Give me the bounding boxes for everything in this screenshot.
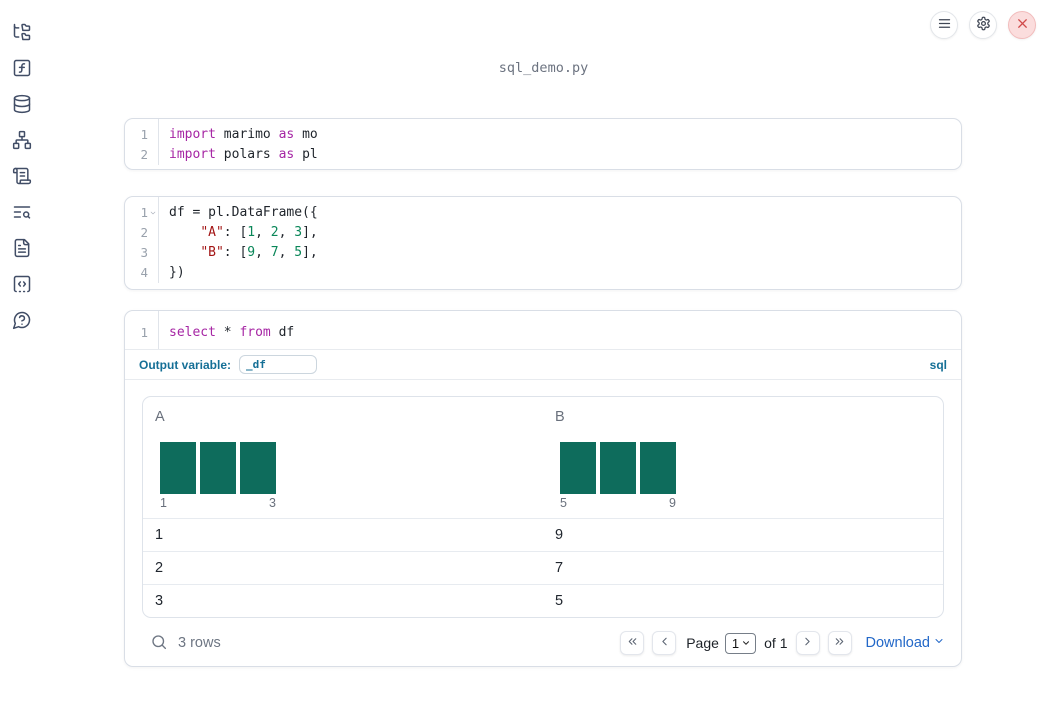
code-line: import marimo as mo: [169, 127, 318, 142]
histogram-bar: [560, 442, 596, 494]
column-header-b: B 5 9: [543, 397, 943, 518]
hamburger-icon: [937, 16, 952, 34]
output-variable-label: Output variable:: [139, 357, 232, 372]
code-square-icon: [12, 274, 32, 297]
table-cell: 9: [555, 527, 564, 543]
download-label: Download: [865, 635, 931, 651]
file-text-icon: [12, 238, 32, 261]
database-icon: [12, 94, 32, 117]
output-variable-row: Output variable: sql: [125, 350, 961, 379]
histogram-bar: [160, 442, 196, 494]
table-cell: 1: [155, 527, 164, 543]
notebook-title: sql_demo.py: [498, 60, 589, 76]
network-icon: [12, 130, 32, 153]
page-total-label: of 1: [764, 635, 788, 651]
column-histogram: 1 3: [160, 442, 276, 511]
table-cell: 5: [555, 593, 564, 609]
table-row: 3 5: [143, 584, 943, 617]
table-row: 1 9: [143, 518, 943, 551]
sidebar-item-snippets[interactable]: [10, 275, 34, 295]
histogram-bar: [640, 442, 676, 494]
chevrons-left-icon: [626, 635, 639, 651]
histogram-bar: [240, 442, 276, 494]
line-number-gutter: 1: [125, 311, 159, 349]
chevrons-right-icon: [833, 635, 846, 651]
code-line: "A": [1, 2, 3],: [200, 225, 318, 240]
next-page-button[interactable]: [795, 631, 820, 655]
first-page-button[interactable]: [620, 631, 645, 655]
settings-button[interactable]: [969, 11, 997, 39]
output-variable-input[interactable]: [239, 355, 318, 374]
histogram-min-label: 1: [160, 496, 167, 510]
sidebar-item-datasources[interactable]: [10, 94, 34, 117]
previous-page-button[interactable]: [652, 631, 677, 655]
sidebar-item-files[interactable]: [10, 23, 34, 43]
sidebar-item-dependencies[interactable]: [10, 130, 34, 153]
sidebar-item-variables[interactable]: [10, 59, 34, 79]
code-cell-imports[interactable]: 1 2 import marimo as mo import polars as…: [124, 118, 962, 170]
gear-icon: [976, 16, 991, 34]
column-histogram: 5 9: [560, 442, 676, 511]
chevron-down-icon: [741, 636, 751, 651]
dataframe-table: A 1 3 B 5 9 1 9 2 7 3 5: [142, 396, 944, 618]
code-editor[interactable]: import marimo as mo import polars as pl: [159, 119, 961, 165]
top-controls: [930, 11, 1036, 39]
table-cell: 7: [555, 560, 564, 576]
sql-editor[interactable]: select * from df: [159, 311, 961, 349]
code-cell-dataframe[interactable]: 1 2 3 4 df = pl.DataFrame({ "A": [1, 2, …: [124, 196, 962, 290]
sidebar-item-help[interactable]: [10, 311, 34, 331]
code-editor[interactable]: df = pl.DataFrame({ "A": [1, 2, 3], "B":…: [159, 197, 961, 283]
table-cell: 3: [155, 593, 164, 609]
chevron-down-icon: [933, 635, 945, 651]
page-select-value: 1: [731, 635, 740, 651]
histogram-max-label: 3: [269, 496, 276, 510]
sidebar-item-scratchpad[interactable]: [10, 167, 34, 187]
shutdown-button[interactable]: [1008, 11, 1036, 39]
page-label: Page: [686, 635, 719, 651]
line-number-gutter: 1 2: [125, 119, 159, 165]
sidebar-item-documentation[interactable]: [10, 238, 34, 261]
code-line: }): [169, 265, 185, 280]
search-button[interactable]: [150, 633, 168, 654]
fold-chevron-icon[interactable]: [149, 209, 157, 217]
close-icon: [1015, 16, 1030, 34]
row-count: 3 rows: [178, 635, 221, 651]
sidebar-item-logs[interactable]: [10, 203, 34, 223]
histogram-bar: [600, 442, 636, 494]
divider: [125, 379, 961, 380]
function-icon: [12, 58, 32, 81]
menu-button[interactable]: [930, 11, 958, 39]
table-cell: 2: [155, 560, 164, 576]
histogram-bar: [200, 442, 236, 494]
download-button[interactable]: Download: [866, 635, 946, 651]
last-page-button[interactable]: [827, 631, 852, 655]
line-number-gutter: 1 2 3 4: [125, 197, 159, 283]
cell-output: A 1 3 B 5 9 1 9 2 7 3 5 3 rows Page 1 of…: [125, 396, 961, 684]
sql-cell: 1 select * from df Output variable: sql …: [124, 310, 962, 667]
histogram-max-label: 9: [669, 496, 676, 510]
search-icon: [150, 633, 168, 654]
code-line: select * from df: [169, 325, 295, 340]
language-badge: sql: [929, 357, 947, 372]
table-row: 2 7: [143, 551, 943, 584]
histogram-min-label: 5: [560, 496, 567, 510]
list-search-icon: [12, 202, 32, 225]
code-line: df = pl.DataFrame({: [169, 205, 318, 220]
column-header-a: A 1 3: [143, 397, 543, 518]
table-footer: 3 rows Page 1 of 1 Download: [125, 618, 961, 668]
column-name: A: [155, 409, 165, 425]
page-select[interactable]: 1: [724, 632, 757, 654]
file-tree-icon: [12, 22, 32, 45]
code-line: import polars as pl: [169, 147, 318, 162]
column-name: B: [555, 409, 565, 425]
code-line: "B": [9, 7, 5],: [200, 245, 318, 260]
chevron-left-icon: [658, 635, 671, 651]
help-bubble-icon: [12, 310, 32, 333]
chevron-right-icon: [801, 635, 814, 651]
scroll-icon: [12, 166, 32, 189]
panel-sidebar: [0, 0, 44, 713]
table-header: A 1 3 B 5 9: [143, 397, 943, 518]
